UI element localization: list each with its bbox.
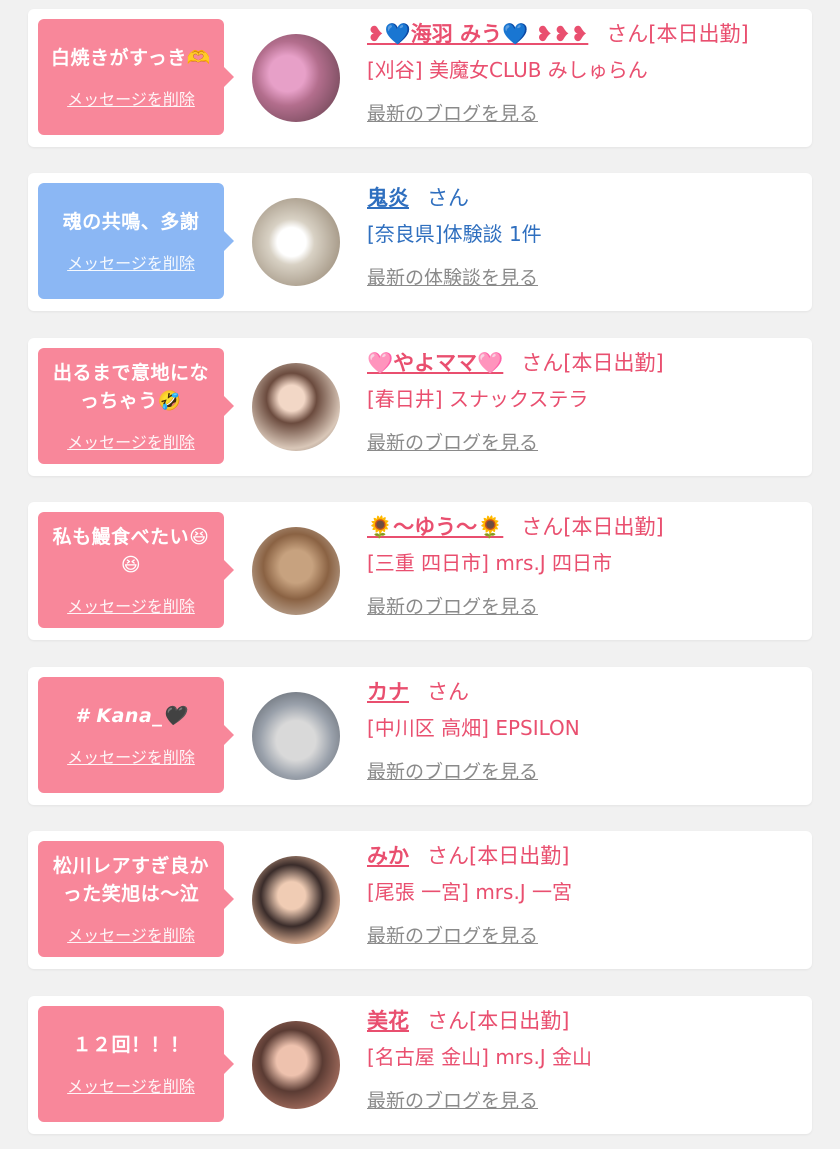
avatar[interactable] <box>252 527 340 615</box>
delete-message-link[interactable]: メッセージを削除 <box>67 86 195 110</box>
user-name-link[interactable]: 美花 <box>367 1009 409 1033</box>
message-bubble: １２回！！！ メッセージを削除 <box>38 1006 234 1122</box>
shop-info: [春日井] スナックステラ <box>367 387 589 411</box>
avatar[interactable] <box>252 198 340 286</box>
latest-blog-link[interactable]: 最新のブログを見る <box>367 1088 797 1114</box>
user-status: さん[本日出勤] <box>427 1009 570 1033</box>
message-text: 魂の共鳴、多謝 <box>62 211 200 233</box>
avatar[interactable] <box>252 363 340 451</box>
latest-blog-link[interactable]: 最新のブログを見る <box>367 430 797 456</box>
latest-blog-link[interactable]: 最新のブログを見る <box>367 594 797 620</box>
latest-blog-link[interactable]: 最新のブログを見る <box>367 101 797 127</box>
user-status: さん[本日出勤] <box>521 515 664 539</box>
avatar[interactable] <box>252 692 340 780</box>
message-bubble: 出るまで意地にな っちゃう🤣 メッセージを削除 <box>38 348 234 464</box>
user-status: さん[本日出勤] <box>521 351 664 375</box>
user-status: さん[本日出勤] <box>427 844 570 868</box>
message-card: １２回！！！ メッセージを削除 美花 さん[本日出勤] [名古屋 金山] mrs.… <box>28 996 812 1134</box>
message-card: 出るまで意地にな っちゃう🤣 メッセージを削除 🩷やよママ🩷 さん[本日出勤] [… <box>28 338 812 476</box>
delete-message-link[interactable]: メッセージを削除 <box>67 1073 195 1097</box>
delete-message-link[interactable]: メッセージを削除 <box>67 250 195 274</box>
message-text: 松川レアすぎ良か った笑旭は〜泣 <box>52 855 209 905</box>
latest-review-link[interactable]: 最新の体験談を見る <box>367 265 797 291</box>
shop-info: [奈良県]体験談 1件 <box>367 222 542 246</box>
latest-blog-link[interactable]: 最新のブログを見る <box>367 759 797 785</box>
message-bubble: 白焼きがすっき🫶 メッセージを削除 <box>38 19 234 135</box>
message-text: # Kana_🖤 <box>75 705 187 727</box>
message-text: 出るまで意地にな っちゃう🤣 <box>52 362 209 412</box>
avatar[interactable] <box>252 34 340 122</box>
message-list: 白焼きがすっき🫶 メッセージを削除 ❥💙海羽 みう💙 ❥❥❥ さん[本日出勤] [… <box>0 0 840 1149</box>
user-status: さん <box>427 680 469 704</box>
delete-message-link[interactable]: メッセージを削除 <box>67 593 195 617</box>
message-text: １２回！！！ <box>72 1034 190 1056</box>
shop-info: [尾張 一宮] mrs.J 一宮 <box>367 880 573 904</box>
user-status: さん <box>427 186 469 210</box>
user-name-link[interactable]: 🩷やよママ🩷 <box>367 351 503 375</box>
shop-info: [中川区 高畑] EPSILON <box>367 716 580 740</box>
avatar[interactable] <box>252 856 340 944</box>
user-name-link[interactable]: 鬼炎 <box>367 186 409 210</box>
delete-message-link[interactable]: メッセージを削除 <box>67 922 195 946</box>
message-card: 魂の共鳴、多謝 メッセージを削除 鬼炎 さん [奈良県]体験談 1件 最新の体験談… <box>28 173 812 311</box>
message-text: 白焼きがすっき🫶 <box>51 47 211 69</box>
shop-info: [名古屋 金山] mrs.J 金山 <box>367 1045 593 1069</box>
user-name-link[interactable]: 🌻〜ゆう〜🌻 <box>367 515 503 539</box>
shop-info: [三重 四日市] mrs.J 四日市 <box>367 551 613 575</box>
message-bubble: # Kana_🖤 メッセージを削除 <box>38 677 234 793</box>
shop-info: [刈谷] 美魔女CLUB みしゅらん <box>367 58 648 82</box>
message-bubble: 私も鰻食べたい😆 😆 メッセージを削除 <box>38 512 234 628</box>
user-name-link[interactable]: みか <box>367 844 409 868</box>
message-bubble: 魂の共鳴、多謝 メッセージを削除 <box>38 183 234 299</box>
message-card: 私も鰻食べたい😆 😆 メッセージを削除 🌻〜ゆう〜🌻 さん[本日出勤] [三重 四… <box>28 502 812 640</box>
avatar[interactable] <box>252 1021 340 1109</box>
delete-message-link[interactable]: メッセージを削除 <box>67 744 195 768</box>
message-card: 松川レアすぎ良か った笑旭は〜泣 メッセージを削除 みか さん[本日出勤] [尾張… <box>28 831 812 969</box>
message-card: 白焼きがすっき🫶 メッセージを削除 ❥💙海羽 みう💙 ❥❥❥ さん[本日出勤] [… <box>28 9 812 147</box>
latest-blog-link[interactable]: 最新のブログを見る <box>367 923 797 949</box>
message-card: # Kana_🖤 メッセージを削除 カナ さん [中川区 高畑] EPSILON … <box>28 667 812 805</box>
user-name-link[interactable]: ❥💙海羽 みう💙 ❥❥❥ <box>367 22 588 46</box>
message-text: 私も鰻食べたい😆 😆 <box>52 526 210 576</box>
user-status: さん[本日出勤] <box>606 22 749 46</box>
user-name-link[interactable]: カナ <box>367 680 409 704</box>
message-bubble: 松川レアすぎ良か った笑旭は〜泣 メッセージを削除 <box>38 841 234 957</box>
delete-message-link[interactable]: メッセージを削除 <box>67 429 195 453</box>
